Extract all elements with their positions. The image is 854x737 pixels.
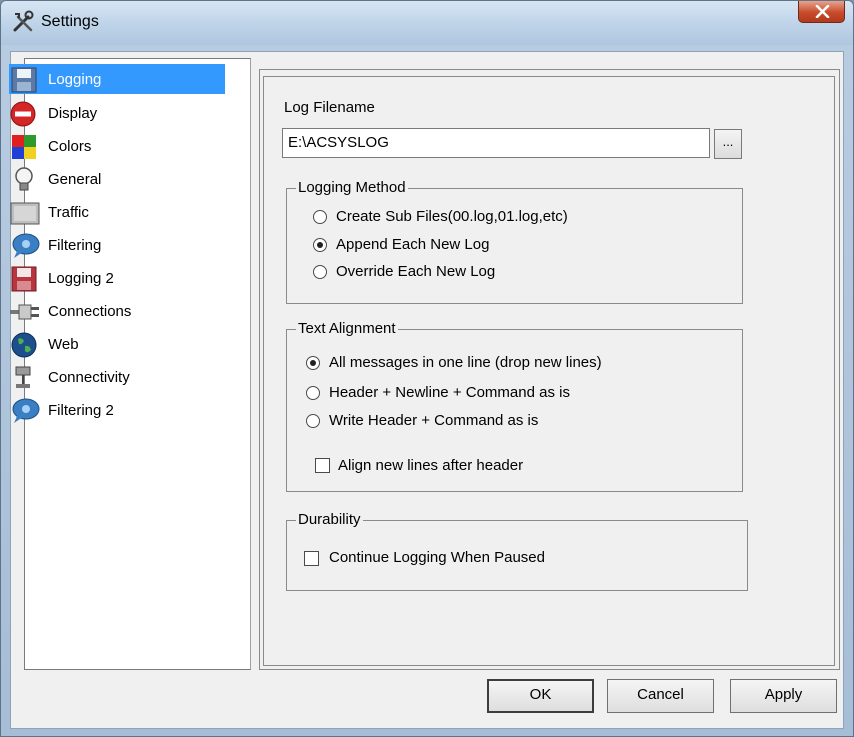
sidebar-item-label: Connections xyxy=(48,303,132,320)
sidebar-item-label: Filtering 2 xyxy=(48,402,114,419)
sidebar-item-colors[interactable]: Colors xyxy=(9,131,225,161)
continue-logging-checkbox[interactable] xyxy=(304,551,319,566)
sidebar-item-logging-2[interactable]: Logging 2 xyxy=(9,263,225,293)
radio-write-header-command[interactable] xyxy=(306,414,320,428)
sidebar-item-display[interactable]: Display xyxy=(9,98,225,128)
close-icon xyxy=(815,5,830,18)
radio-header-newline-command-label[interactable]: Header + Newline + Command as is xyxy=(329,384,570,401)
close-button[interactable] xyxy=(798,1,845,23)
plug-icon xyxy=(10,299,40,325)
sidebar-item-label: Filtering xyxy=(48,237,102,254)
text-alignment-legend: Text Alignment xyxy=(296,320,398,337)
sidebar-item-label: Display xyxy=(48,105,98,122)
radio-append-each-new-log[interactable] xyxy=(313,238,327,252)
network-icon xyxy=(10,365,40,391)
radio-write-header-command-label[interactable]: Write Header + Command as is xyxy=(329,412,538,429)
sidebar-item-traffic[interactable]: Traffic xyxy=(9,197,225,227)
sidebar-item-connections[interactable]: Connections xyxy=(9,296,225,326)
continue-logging-label[interactable]: Continue Logging When Paused xyxy=(329,549,545,566)
radio-header-newline-command[interactable] xyxy=(306,386,320,400)
sidebar-item-connectivity[interactable]: Connectivity xyxy=(9,362,225,392)
globe-icon xyxy=(10,332,40,358)
sidebar-item-logging[interactable]: Logging xyxy=(9,64,225,94)
radio-create-sub-files-label[interactable]: Create Sub Files(00.log,01.log,etc) xyxy=(336,208,568,225)
sidebar-item-label: Logging xyxy=(48,71,102,88)
radio-override-each-new-log[interactable] xyxy=(313,265,327,279)
sidebar-item-general[interactable]: General xyxy=(9,164,225,194)
title-bar[interactable]: Settings xyxy=(1,1,853,45)
log-filename-label: Log Filename xyxy=(284,99,375,116)
floppy-disk-icon xyxy=(10,67,40,93)
align-new-lines-checkbox[interactable] xyxy=(315,458,330,473)
align-new-lines-label[interactable]: Align new lines after header xyxy=(338,457,523,474)
durability-legend: Durability xyxy=(296,511,363,528)
no-entry-icon xyxy=(10,101,40,127)
light-bulb-icon xyxy=(10,167,40,193)
logging-method-legend: Logging Method xyxy=(296,179,408,196)
radio-create-sub-files[interactable] xyxy=(313,210,327,224)
gray-box-icon xyxy=(10,200,40,226)
browse-button[interactable]: ... xyxy=(714,129,742,159)
sidebar-item-label: Web xyxy=(48,336,79,353)
sidebar-item-filtering[interactable]: Filtering xyxy=(9,230,225,260)
sidebar-item-filtering-2[interactable]: Filtering 2 xyxy=(9,395,225,425)
floppy-disk-red-icon xyxy=(10,266,40,292)
settings-window: Settings Logging Display Colors General xyxy=(0,0,854,737)
radio-all-messages-one-line-label[interactable]: All messages in one line (drop new lines… xyxy=(329,354,602,371)
sidebar-item-web[interactable]: Web xyxy=(9,329,225,359)
log-filename-input[interactable]: E:\ACSYSLOG xyxy=(282,128,710,158)
cancel-button[interactable]: Cancel xyxy=(607,679,714,713)
sidebar-item-label: Colors xyxy=(48,138,92,155)
apply-button[interactable]: Apply xyxy=(730,679,837,713)
radio-override-each-new-log-label[interactable]: Override Each New Log xyxy=(336,263,495,280)
color-squares-icon xyxy=(10,134,40,160)
sidebar-item-label: Traffic xyxy=(48,204,89,221)
sidebar-item-label: Logging 2 xyxy=(48,270,114,287)
radio-append-each-new-log-label[interactable]: Append Each New Log xyxy=(336,236,489,253)
sidebar-item-label: Connectivity xyxy=(48,369,130,386)
ok-button[interactable]: OK xyxy=(487,679,594,713)
sidebar-item-label: General xyxy=(48,171,102,188)
radio-all-messages-one-line[interactable] xyxy=(306,356,320,370)
tools-icon xyxy=(11,10,35,34)
speech-bubble-icon xyxy=(10,233,40,259)
speech-bubble-icon xyxy=(10,398,40,424)
window-title: Settings xyxy=(41,13,99,30)
